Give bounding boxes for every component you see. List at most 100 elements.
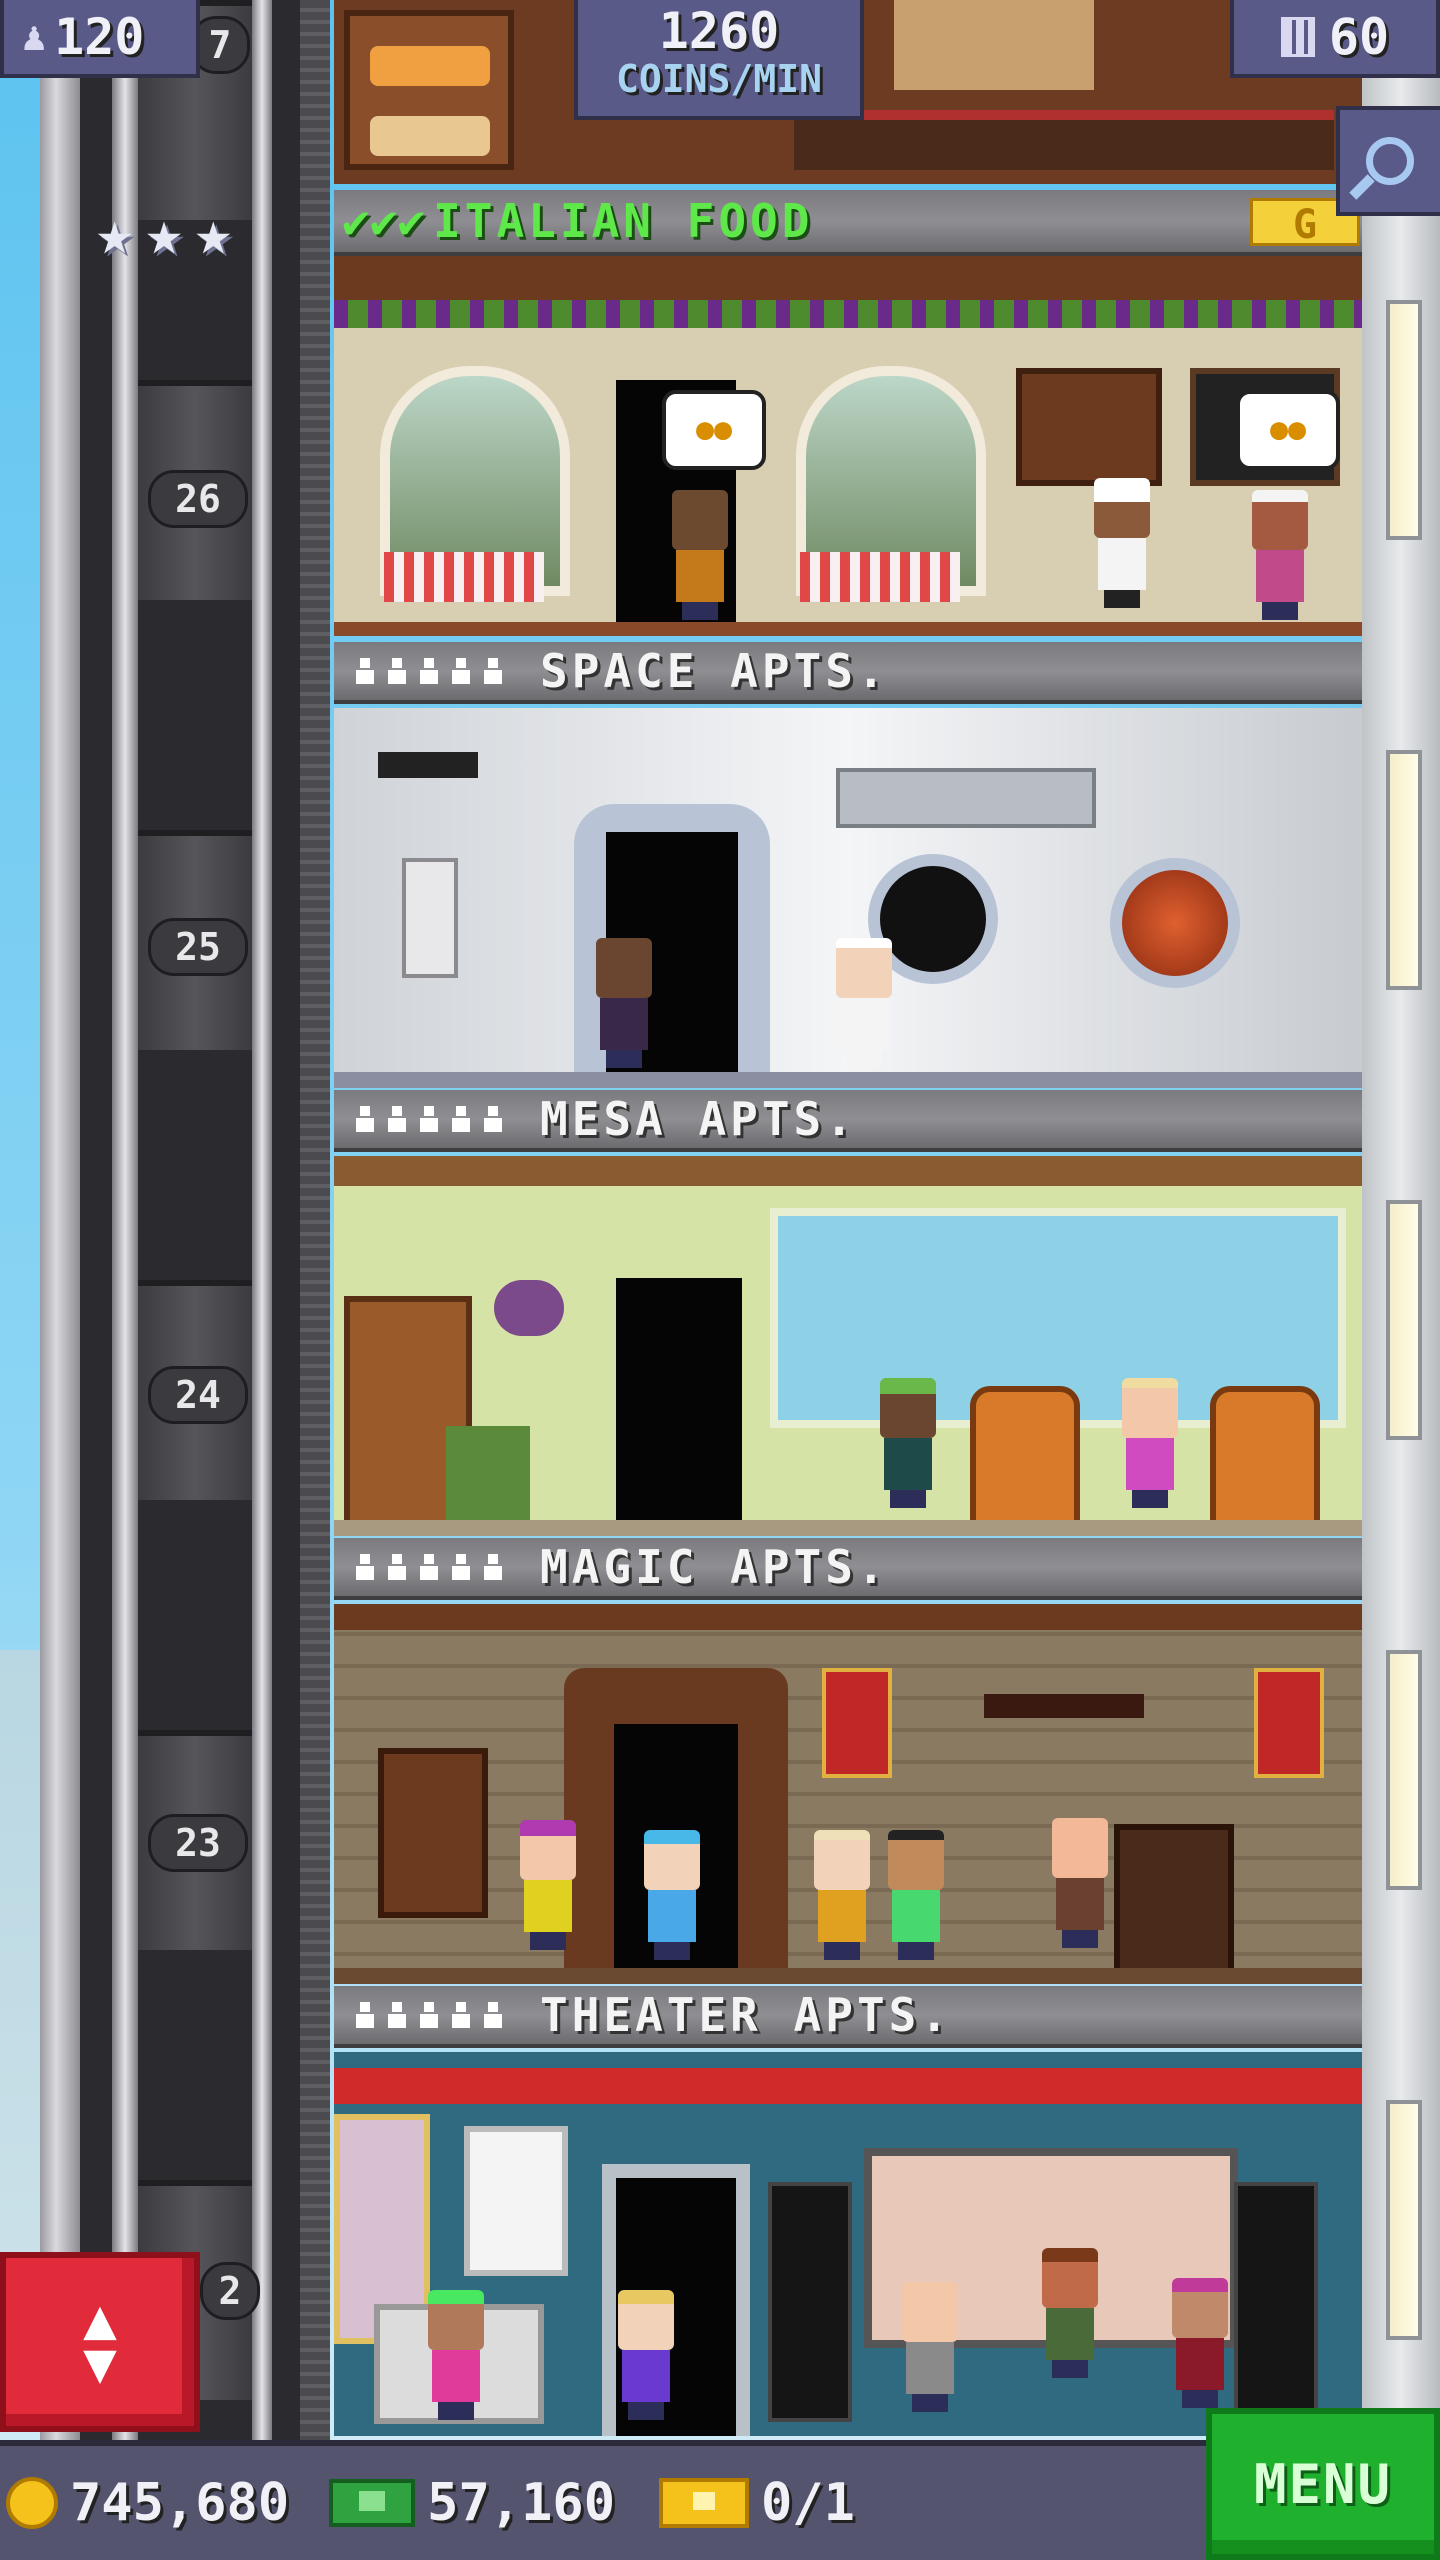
fireplace: [1114, 1824, 1234, 1974]
resident-person[interactable]: [894, 2282, 964, 2412]
resident-person[interactable]: [872, 1378, 942, 1508]
floor-theater-apts[interactable]: [334, 2052, 1362, 2436]
heraldic-banner: [822, 1668, 892, 1778]
search-button[interactable]: [1336, 106, 1440, 216]
exterior-window: [1386, 300, 1422, 540]
grape-vine: [334, 300, 1362, 328]
tenant-icon: [386, 658, 408, 684]
shaft-track: [300, 0, 330, 2440]
floor-label-theater-apts[interactable]: THEATER APTS.: [334, 1986, 1362, 2048]
floor-number-25: 25: [148, 918, 248, 976]
floor-space-apts[interactable]: [334, 708, 1362, 1088]
floor-count-value: 60: [1328, 8, 1390, 66]
resident-person[interactable]: [420, 2290, 490, 2420]
building-icon: [1280, 17, 1315, 57]
customer-person[interactable]: [1244, 490, 1314, 620]
tenant-icon: [418, 2002, 440, 2028]
tenant-icon: [386, 2002, 408, 2028]
floor-number-26: 26: [148, 470, 248, 528]
resident-person[interactable]: [828, 938, 898, 1068]
floor-mesa-apts[interactable]: [334, 1156, 1362, 1536]
floor-label-magic-apts[interactable]: MAGIC APTS.: [334, 1538, 1362, 1600]
tickets-stat[interactable]: 0/1: [659, 2473, 855, 2533]
person-icon: ♟: [22, 14, 47, 60]
search-icon: [1366, 137, 1414, 185]
resident-person[interactable]: [588, 938, 658, 1068]
elevator-shaft: [40, 0, 330, 2440]
star-icon: ★: [194, 196, 232, 269]
tenant-icon: [450, 1106, 472, 1132]
resident-person[interactable]: [1164, 2278, 1234, 2408]
resident-person[interactable]: [806, 1830, 876, 1960]
tenant-icon: [386, 1106, 408, 1132]
floor-number-24: 24: [148, 1366, 248, 1424]
tenant-icon: [482, 658, 504, 684]
bookcase: [378, 1748, 488, 1918]
armchair: [1210, 1386, 1320, 1526]
speaker: [1234, 2182, 1318, 2422]
menu-button[interactable]: MENU: [1206, 2408, 1440, 2560]
tenant-icon: [354, 2002, 376, 2028]
floor-italian-food[interactable]: ●● ●●: [334, 256, 1362, 636]
floor-strip: [334, 1072, 1362, 1088]
tenant-icon: [418, 658, 440, 684]
shaft-rail: [40, 0, 80, 2440]
resident-person[interactable]: [880, 1830, 950, 1960]
chef-person[interactable]: [1086, 478, 1156, 608]
floor-count-counter[interactable]: 60: [1230, 0, 1440, 78]
floor-label-mesa-apts[interactable]: MESA APTS.: [334, 1090, 1362, 1152]
exterior-window: [1386, 1200, 1422, 1440]
dining-table: [384, 552, 544, 602]
floor-name: ITALIAN FOOD: [433, 194, 814, 248]
elevator-down-icon: ▼: [83, 2331, 117, 2396]
floor-magic-apts[interactable]: [334, 1604, 1362, 1984]
coin-request-bubble[interactable]: ●●: [1236, 390, 1340, 470]
floor-name: MESA APTS.: [540, 1092, 857, 1146]
customer-person[interactable]: [664, 490, 734, 620]
resident-person[interactable]: [636, 1830, 706, 1960]
star-icon: ★: [96, 196, 134, 269]
floor-name: MAGIC APTS.: [540, 1540, 889, 1594]
wood-beam: [334, 256, 1362, 300]
resident-person[interactable]: [610, 2290, 680, 2420]
tenant-icon: [386, 1554, 408, 1580]
hanging-plant: [494, 1280, 564, 1336]
coins-value: 745,680: [70, 2473, 290, 2533]
population-value: 120: [54, 8, 145, 66]
tenant-icon: [482, 2002, 504, 2028]
coins-stat[interactable]: 745,680: [6, 2473, 289, 2533]
bux-stat[interactable]: 57,160: [329, 2473, 615, 2533]
resident-person[interactable]: [512, 1820, 582, 1950]
resident-person[interactable]: [1044, 1818, 1114, 1948]
counter: [794, 110, 1334, 170]
floor-label-space-apts[interactable]: SPACE APTS.: [334, 642, 1362, 704]
speaker: [768, 2182, 852, 2422]
coin-request-bubble[interactable]: ●●: [662, 390, 766, 470]
tenant-icon: [482, 1106, 504, 1132]
resident-person[interactable]: [1034, 2248, 1104, 2378]
bux-value: 57,160: [427, 2473, 615, 2533]
exterior-window: [1386, 750, 1422, 990]
tenant-icons: [354, 1106, 504, 1132]
tenant-icon: [418, 1554, 440, 1580]
movie-poster: [464, 2126, 568, 2276]
chandelier: [984, 1694, 1144, 1718]
floor-number-23: 23: [148, 1814, 248, 1872]
floor-label-italian-food[interactable]: ✔✔✔ ITALIAN FOOD G: [334, 190, 1362, 256]
doorway: [616, 1278, 742, 1528]
armchair: [970, 1386, 1080, 1526]
exterior-window: [1386, 1650, 1422, 1890]
floor-strip: [334, 1968, 1362, 1984]
wood-beam: [334, 1156, 1362, 1186]
exterior-window: [1386, 2100, 1422, 2340]
tenant-icon: [450, 1554, 472, 1580]
dining-table: [800, 552, 960, 602]
floor-boards: [334, 622, 1362, 636]
control-panel: [402, 858, 458, 978]
population-counter[interactable]: ♟ 120: [0, 0, 200, 78]
shaft-rail: [112, 0, 138, 2440]
resident-person[interactable]: [1114, 1378, 1184, 1508]
floor-name: THEATER APTS.: [540, 1988, 953, 2042]
coins-per-minute-panel[interactable]: 1260 COINS/MIN: [574, 0, 864, 120]
elevator-control-button[interactable]: ▲ ▼: [0, 2252, 200, 2432]
